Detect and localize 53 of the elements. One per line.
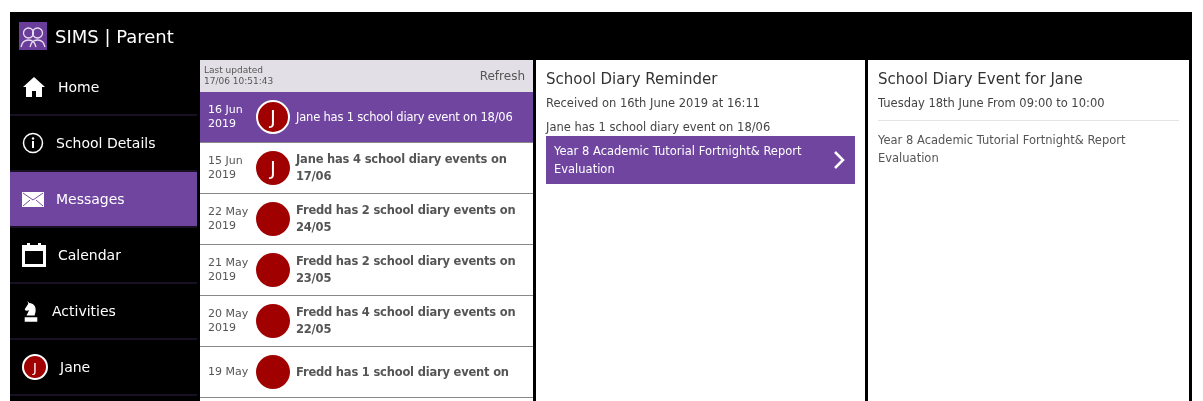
message-item[interactable]: 22 May 2019 Fredd has 2 school diary events on 24/05 — [200, 194, 533, 245]
avatar-icon: J — [256, 151, 290, 185]
message-subject: Fredd has 4 school diary events on 22/05 — [296, 304, 517, 338]
message-subject: Fredd has 1 school diary event on — [296, 363, 509, 381]
message-subject: Jane has 4 school diary events on 17/06 — [296, 151, 508, 185]
panel-title: School Diary Event for Jane — [878, 70, 1084, 88]
message-day: 15 Jun — [208, 154, 250, 168]
message-item[interactable]: 21 May 2019 Fredd has 2 school diary events on 23/05 — [200, 245, 533, 296]
avatar-icon: J — [22, 354, 48, 380]
received-text: Received on 16th June 2019 at 16:11 — [546, 96, 762, 110]
event-time: Tuesday 18th June From 09:00 to 10:00 — [878, 96, 1179, 121]
info-icon — [22, 132, 44, 154]
message-item[interactable]: 16 Jun 2019 J Jane has 1 school diary event on 18/06 — [200, 92, 533, 143]
message-year: 2019 — [208, 219, 237, 233]
message-year: 2019 — [208, 117, 237, 131]
nav-item[interactable]: Activities — [10, 284, 197, 340]
message-subject: Fredd has 2 school diary events on 23/05 — [296, 253, 517, 287]
message-year: 2019 — [208, 270, 237, 284]
event-description: Year 8 Academic Tutorial Fortnight& Report Evaluation — [878, 132, 1127, 167]
avatar-icon — [256, 355, 290, 389]
message-subject: Jane has 1 school diary event on 18/06 — [296, 108, 513, 126]
home-icon — [22, 76, 46, 98]
last-updated-label: Last updated — [204, 65, 265, 76]
message-year: 2019 — [208, 321, 237, 335]
panel-title: School Diary Reminder — [546, 70, 719, 88]
message-day: 21 May — [208, 256, 250, 270]
app-title: SIMS | Parent — [55, 25, 174, 47]
parents-logo-icon — [19, 22, 47, 50]
chess-knight-icon — [22, 299, 40, 323]
message-day: 16 Jun — [208, 103, 250, 117]
refresh-link[interactable]: Refresh — [479, 69, 525, 83]
event-link-button[interactable]: Year 8 Academic Tutorial Fortnight& Report Evaluation — [546, 136, 855, 184]
avatar-icon — [256, 304, 290, 338]
message-day: 20 May — [208, 307, 250, 321]
message-item[interactable]: 15 Jun 2019 J Jane has 4 school diary events on 17/06 — [200, 143, 533, 194]
message-day: 19 May — [208, 365, 250, 379]
message-year: 2019 — [208, 168, 237, 182]
message-day: 22 May — [208, 205, 250, 219]
last-updated-time: 17/06 10:51:43 — [204, 76, 274, 87]
envelope-icon — [22, 191, 44, 207]
avatar-icon — [256, 202, 290, 236]
message-item[interactable]: 20 May 2019 Fredd has 4 school diary events on 22/05 — [200, 296, 533, 347]
message-item[interactable]: 19 May Fredd has 1 school diary event on — [200, 347, 533, 398]
avatar-icon: J — [256, 100, 290, 134]
avatar-icon — [256, 253, 290, 287]
calendar-icon — [22, 243, 46, 267]
reminder-summary: Jane has 1 school diary event on 18/06 — [546, 120, 772, 134]
nav-item[interactable]: J Jane — [10, 340, 197, 396]
chevron-right-icon — [833, 150, 845, 170]
message-subject: Fredd has 2 school diary events on 24/05 — [296, 202, 517, 236]
nav-item[interactable]: Messages — [10, 172, 197, 228]
nav-item[interactable]: Calendar — [10, 228, 197, 284]
nav-item[interactable]: Home — [10, 60, 197, 116]
